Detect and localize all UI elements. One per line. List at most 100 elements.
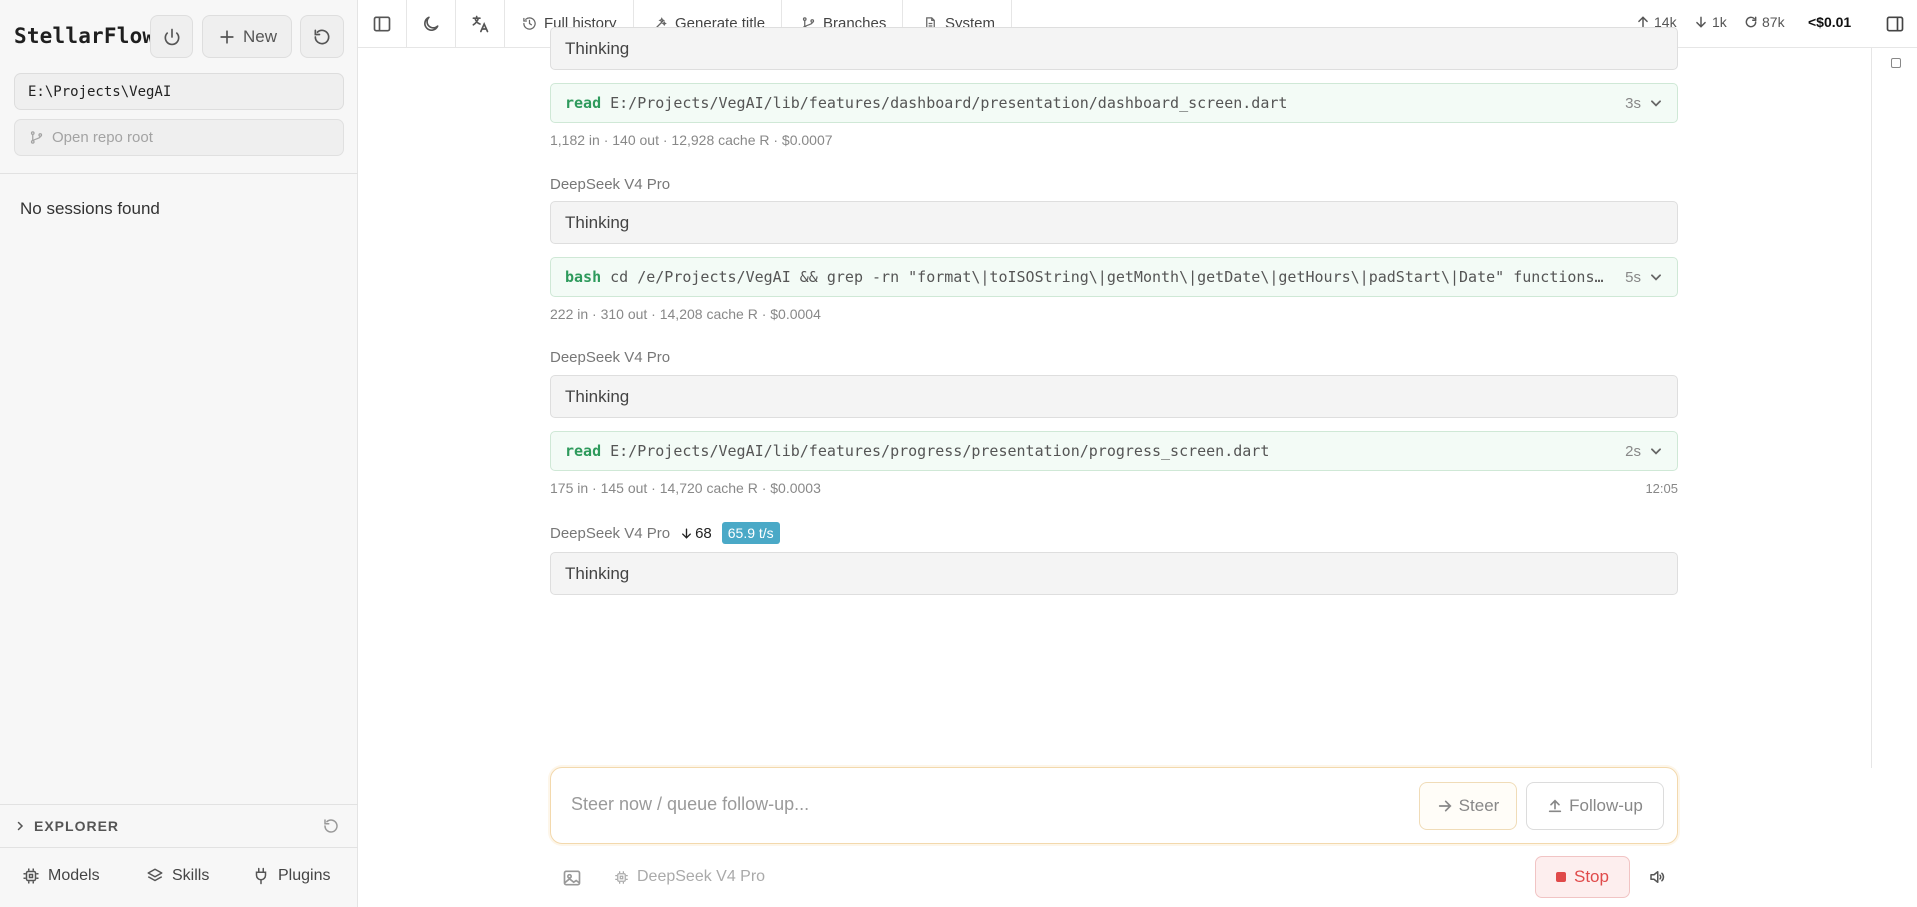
tokens-per-second-badge: 65.9 t/s: [721, 522, 780, 544]
toggle-sidebar-button[interactable]: [358, 0, 407, 47]
new-session-label: New: [242, 26, 277, 46]
thinking-label: Thinking: [565, 563, 630, 583]
explorer-toggle[interactable]: EXPLORER: [0, 804, 358, 846]
panel-right-icon: [1886, 16, 1903, 31]
chevron-right-icon: [17, 821, 24, 830]
model-name: DeepSeek V4 Pro: [550, 524, 671, 542]
new-session-button[interactable]: New: [202, 15, 292, 58]
thinking-label: Thinking: [565, 386, 630, 406]
project-path-input[interactable]: E:\Projects\VegAI: [14, 73, 344, 110]
tool-argument: cd /e/Projects/VegAI && grep -rn "format…: [610, 268, 1612, 286]
tokens-down-stat: 1k: [1694, 14, 1727, 30]
thinking-block[interactable]: Thinking: [550, 552, 1678, 595]
translate-button[interactable]: [456, 0, 505, 47]
power-icon: [164, 28, 179, 45]
models-nav-item[interactable]: Models: [22, 867, 100, 885]
explorer-refresh-icon[interactable]: [322, 817, 340, 835]
stop-label: Stop: [1574, 867, 1609, 886]
layers-icon: [147, 868, 163, 882]
cache-value: 87k: [1762, 14, 1785, 30]
tool-name: read: [565, 94, 602, 112]
steer-label: Steer: [1458, 796, 1500, 815]
model-label: DeepSeek V4 Pro: [550, 176, 670, 193]
thinking-label: Thinking: [565, 212, 630, 232]
thinking-block[interactable]: Thinking: [550, 201, 1678, 244]
tool-duration: 3s: [1625, 94, 1641, 112]
chip-icon: [615, 870, 628, 884]
model-selector[interactable]: DeepSeek V4 Pro: [614, 868, 765, 886]
stop-button[interactable]: Stop: [1535, 856, 1630, 898]
composer-input[interactable]: Steer now / queue follow-up...: [571, 794, 809, 815]
tool-argument: E:/Projects/VegAI/lib/features/progress/…: [610, 442, 1270, 460]
theme-toggle-button[interactable]: [407, 0, 456, 47]
chevron-down-icon: [1651, 448, 1661, 455]
minimap-icon[interactable]: [1891, 58, 1901, 68]
image-attach-icon[interactable]: [562, 868, 582, 888]
moon-icon: [424, 15, 439, 31]
arrow-down-icon: [1696, 16, 1706, 28]
translate-icon: [472, 15, 489, 32]
toggle-right-panel-button[interactable]: [1872, 0, 1917, 47]
steer-button[interactable]: Steer: [1419, 782, 1517, 830]
tool-duration: 2s: [1625, 442, 1641, 460]
message-timestamp: 12:05: [1645, 481, 1678, 496]
refresh-icon: [314, 29, 330, 44]
tool-name: read: [565, 442, 602, 460]
tool-duration: 5s: [1625, 268, 1641, 286]
skills-nav-label: Skills: [172, 867, 210, 884]
explorer-label: EXPLORER: [34, 817, 120, 834]
tool-argument: E:/Projects/VegAI/lib/features/dashboard…: [610, 94, 1288, 112]
history-icon: [523, 17, 536, 30]
app-brand: StellarFlow: [14, 24, 156, 48]
usage-meta: 1,182 in · 140 out · 12,928 cache R · $0…: [550, 132, 833, 148]
chevron-down-icon: [1651, 100, 1661, 107]
usage-meta: 222 in · 310 out · 14,208 cache R · $0.0…: [550, 306, 821, 322]
sidebar-bottom-nav: Models Skills Plugins: [0, 847, 358, 907]
plug-icon: [255, 867, 267, 885]
empty-sessions-text: No sessions found: [20, 199, 160, 218]
tool-call-read[interactable]: read E:/Projects/VegAI/lib/features/prog…: [550, 431, 1678, 471]
tool-name: bash: [565, 268, 602, 286]
plus-icon: [220, 29, 234, 44]
git-branch-icon: [30, 131, 43, 144]
plugins-nav-label: Plugins: [278, 867, 331, 884]
arrow-right-icon: [1438, 800, 1452, 812]
model-name: DeepSeek V4 Pro: [550, 349, 671, 366]
models-nav-label: Models: [48, 867, 100, 884]
message-composer: Steer now / queue follow-up... Steer Fol…: [550, 767, 1678, 844]
tool-call-read[interactable]: read E:/Projects/VegAI/lib/features/dash…: [550, 83, 1678, 123]
thinking-block[interactable]: Thinking: [550, 375, 1678, 418]
usage-meta: 175 in · 145 out · 14,720 cache R · $0.0…: [550, 480, 821, 496]
open-repo-root-button[interactable]: Open repo root: [14, 119, 344, 156]
composer-footer: DeepSeek V4 Pro Stop: [550, 856, 1678, 900]
refresh-sessions-button[interactable]: [300, 15, 344, 58]
plugins-nav-item[interactable]: Plugins: [252, 867, 330, 885]
cache-stat: 87k: [1744, 14, 1785, 30]
refresh-icon: [1745, 16, 1757, 28]
tokens-down-value: 1k: [1712, 14, 1727, 30]
sidebar: StellarFlow New E:\Projects\VegAI Open r…: [0, 0, 358, 907]
model-name: DeepSeek V4 Pro: [550, 176, 671, 193]
tool-call-bash[interactable]: bash cd /e/Projects/VegAI && grep -rn "f…: [550, 257, 1678, 297]
sidebar-divider: [0, 173, 358, 174]
chip-icon: [23, 868, 39, 884]
speaker-icon[interactable]: [1648, 868, 1666, 886]
model-selector-label: DeepSeek V4 Pro: [637, 868, 766, 885]
upload-icon: [1548, 799, 1562, 813]
output-tokens-value: 68: [695, 524, 712, 542]
arrow-down-icon: [682, 527, 692, 539]
streaming-model-label: DeepSeek V4 Pro 68 65.9 t/s: [550, 522, 780, 544]
sidebar-panel-icon: [373, 16, 391, 31]
right-panel-strip: [1871, 48, 1917, 768]
model-label: DeepSeek V4 Pro: [550, 349, 670, 366]
open-repo-root-label: Open repo root: [52, 129, 153, 146]
follow-up-button[interactable]: Follow-up: [1526, 782, 1664, 830]
follow-up-label: Follow-up: [1569, 796, 1643, 815]
skills-nav-item[interactable]: Skills: [146, 867, 209, 885]
thinking-block[interactable]: Thinking: [550, 27, 1678, 70]
session-cost: <$0.01: [1808, 14, 1852, 30]
output-tokens: 68: [680, 525, 712, 542]
power-button[interactable]: [150, 15, 193, 58]
chevron-down-icon: [1651, 274, 1661, 281]
stop-icon: [1556, 872, 1566, 882]
